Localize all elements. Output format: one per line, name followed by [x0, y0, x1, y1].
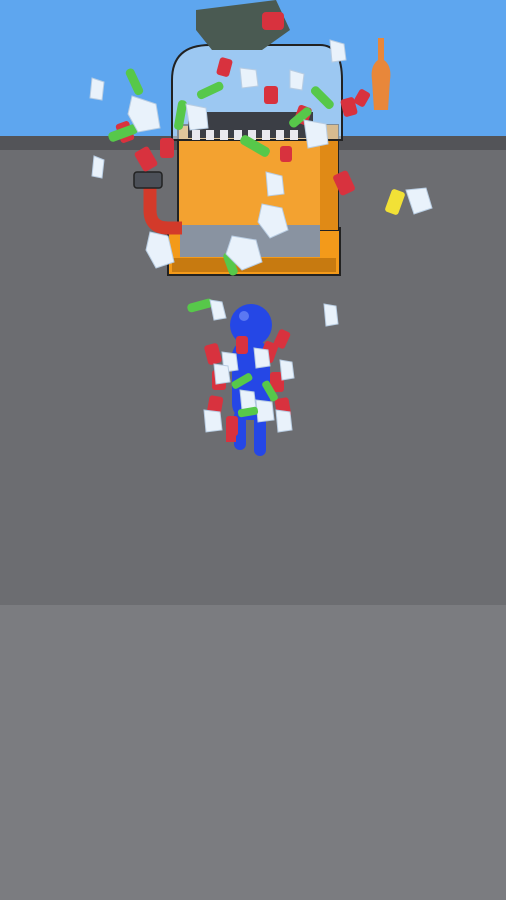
stack-ice [253, 347, 271, 369]
debris-ice-chunk [239, 67, 259, 89]
debris-ice-chunk [265, 171, 285, 197]
debris-ice-chunk [323, 303, 339, 327]
player-head-shine [239, 311, 249, 321]
machine-hopper-can [262, 12, 284, 30]
debris-orange-bottle [371, 38, 391, 110]
stack-ice [279, 359, 295, 381]
debris-ice-chunk [209, 299, 227, 321]
debris-can [134, 146, 158, 172]
debris-ice-chunk [303, 119, 329, 149]
debris-can [280, 146, 292, 162]
stack-can [236, 336, 248, 354]
stack-red-crate [226, 420, 236, 442]
debris-ice-chunk [91, 155, 105, 179]
stack-ice [213, 363, 231, 385]
debris-can [264, 86, 278, 104]
debris-ice-chunk [329, 39, 347, 63]
debris-ice-chunk [185, 103, 209, 131]
world-layer [89, 0, 433, 456]
stack-can [204, 343, 222, 365]
machine-pipe-cap [133, 171, 163, 189]
game-scene [0, 0, 506, 900]
stack-ice [275, 409, 293, 433]
debris-can [160, 138, 174, 158]
stack-ice [203, 409, 223, 433]
debris-ice-chunk [89, 77, 105, 101]
debris-ice-chunk [405, 187, 433, 215]
stack-ice [255, 399, 275, 423]
debris-battery [385, 189, 405, 215]
debris-bottle [125, 68, 144, 96]
debris-ice-chunk [289, 69, 305, 91]
